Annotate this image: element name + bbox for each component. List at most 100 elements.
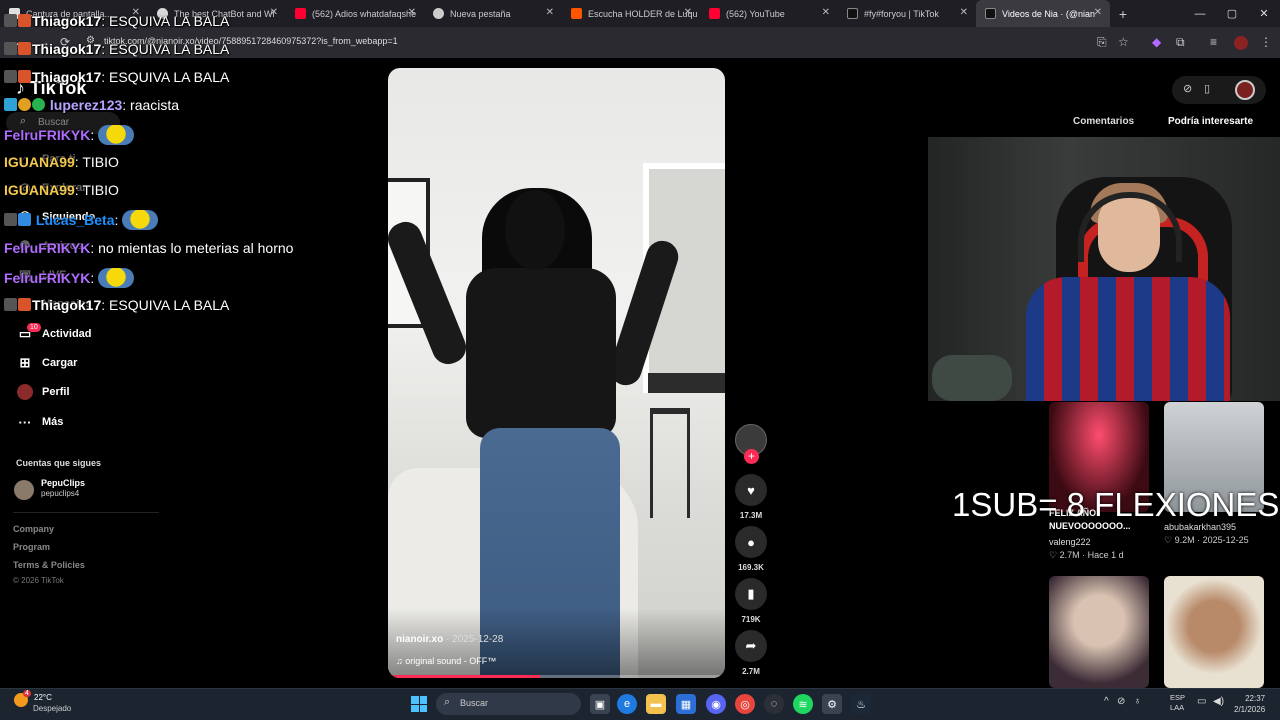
browser-menu-icon[interactable]: ⋮ [1260, 35, 1272, 49]
suggested-video-thumbnail[interactable] [1164, 576, 1264, 688]
chat-text: : [90, 270, 95, 286]
footer-link-terms[interactable]: Terms & Policies [13, 560, 85, 570]
extension-icon[interactable]: ◆ [1152, 35, 1161, 49]
microphone-icon[interactable]: ♁ [1134, 696, 1142, 707]
save-count: 719K [741, 615, 761, 624]
chat-message: Thiagok17: ESQUIVA LA BALA [4, 297, 229, 313]
sidebar-item-cargar[interactable]: ⊞ Cargar [16, 354, 78, 372]
share-action[interactable]: ➦ 2.7M [735, 630, 767, 676]
logo-square [411, 704, 419, 712]
obs-icon[interactable]: ◌ [764, 694, 784, 714]
browser-tab-4[interactable]: Escucha HOLDER de Luqu ✕ [562, 0, 700, 27]
chat-message: FelruFRIKYK: [4, 268, 135, 288]
settings-icon[interactable]: ⚙ [822, 694, 842, 714]
chat-text: : ESQUIVA LA BALA [101, 13, 230, 29]
tab-title: (562) Adios whatdafaqshe [312, 8, 417, 19]
system-tray[interactable]: ^ ⊘ ♁ [1104, 696, 1141, 707]
video-author[interactable]: nianoir.xo · 2025-12-28 [396, 634, 503, 645]
spotify-icon[interactable]: ≋ [793, 694, 813, 714]
steam-icon[interactable]: ♨ [851, 694, 871, 714]
chat-username: Thiagok17 [32, 13, 102, 29]
wifi-icon[interactable]: ▭ [1197, 696, 1206, 707]
volume-icon[interactable]: ◀) [1213, 696, 1224, 707]
close-window-button[interactable]: ✕ [1248, 7, 1280, 20]
video-sound[interactable]: ♫ original sound - OFF™ [396, 656, 496, 666]
close-tab-icon[interactable]: ✕ [1094, 7, 1102, 18]
browser-tab-2[interactable]: (562) Adios whatdafaqshe ✕ [286, 0, 424, 27]
comment-action[interactable]: ● 169.3K [735, 526, 767, 572]
chat-badge-icon [4, 70, 17, 83]
close-tab-icon[interactable]: ✕ [546, 7, 554, 18]
install-app-icon[interactable]: ⎘ [1097, 35, 1107, 50]
language-indicator[interactable]: ESP LAA [1170, 693, 1185, 713]
browser-tab-7[interactable]: Videos de Nia · (@nian ✕ [976, 0, 1110, 27]
following-account-item[interactable]: PepuClips pepuclips4 [14, 478, 85, 500]
store-icon[interactable]: ▦ [676, 694, 696, 714]
profile-avatar-icon[interactable] [1234, 36, 1248, 50]
chrome-icon[interactable]: ◎ [735, 694, 755, 714]
close-tab-icon[interactable]: ✕ [822, 7, 830, 18]
taskbar-clock[interactable]: 22:37 2/1/2026 [1234, 693, 1265, 715]
close-tab-icon[interactable]: ✕ [408, 7, 416, 18]
discord-icon[interactable]: ◉ [706, 694, 726, 714]
like-count: 17.3M [739, 511, 763, 520]
avatar[interactable] [1235, 80, 1255, 100]
tab-podria-interesarte[interactable]: Podría interesarte [1168, 116, 1253, 127]
chat-message: luperez123: raacista [4, 97, 179, 113]
weather-condition[interactable]: Despejado [33, 704, 71, 713]
footer-link-company[interactable]: Company [13, 524, 54, 534]
edge-icon[interactable]: e [617, 694, 637, 714]
tab-search-icon[interactable]: ≡ [1210, 35, 1217, 49]
following-section-title: Cuentas que sigues [16, 458, 102, 468]
chat-text: : raacista [122, 97, 180, 113]
video-progress-bar[interactable] [388, 675, 725, 678]
close-tab-icon[interactable]: ✕ [684, 7, 692, 18]
new-tab-button[interactable]: + [1110, 6, 1136, 22]
bookmark-icon[interactable]: ▮ [735, 578, 767, 610]
footer-link-program[interactable]: Program [13, 542, 50, 552]
maximize-button[interactable]: ▢ [1216, 7, 1248, 20]
browser-tab-5[interactable]: (562) YouTube ✕ [700, 0, 838, 27]
sidebar-item-perfil[interactable]: Perfil [16, 383, 70, 401]
network-icon[interactable]: ⊘ [1117, 696, 1125, 707]
heart-icon[interactable]: ♥ [735, 474, 767, 506]
comment-icon[interactable]: ● [735, 526, 767, 558]
device-icon[interactable]: ▯ [1204, 82, 1210, 95]
taskbar-search-input[interactable]: ⌕ Buscar [436, 693, 581, 715]
close-tab-icon[interactable]: ✕ [960, 7, 968, 18]
video-date: · 2025-12-28 [446, 634, 504, 645]
chat-badge-icon [4, 298, 17, 311]
suggested-video-user[interactable]: valeng222 [1049, 537, 1091, 547]
like-count: ♡ 9.2M [1164, 535, 1195, 545]
clock-time: 22:37 [1245, 694, 1266, 703]
task-view-icon[interactable]: ▣ [590, 694, 610, 714]
minimize-button[interactable]: — [1184, 8, 1216, 20]
streamer-shirt [1026, 277, 1230, 401]
like-count: ♡ 2.7M [1049, 550, 1080, 560]
chat-badge-icon [18, 42, 31, 55]
suggested-video-meta: ♡ 2.7M · Hace 1 d [1049, 550, 1124, 561]
weather-temperature[interactable]: 22°C [34, 693, 52, 702]
chevron-up-icon[interactable]: ^ [1104, 696, 1109, 707]
suggested-video-thumbnail[interactable] [1049, 576, 1149, 688]
file-explorer-icon[interactable]: ▬ [646, 694, 666, 714]
share-icon[interactable]: ➦ [735, 630, 767, 662]
bookmark-star-icon[interactable]: ☆ [1118, 35, 1129, 49]
browser-tab-6[interactable]: #fy#foryou | TikTok ✕ [838, 0, 976, 27]
search-icon: ⌕ [444, 696, 451, 708]
chat-message: Lucas_Beta: [4, 210, 159, 230]
windows-start-icon[interactable] [411, 696, 427, 712]
like-action[interactable]: ♥ 17.3M [735, 474, 767, 520]
compass-icon[interactable]: ⊘ [1183, 82, 1192, 95]
close-tab-icon[interactable]: ✕ [270, 7, 278, 18]
share-count: 2.7M [742, 667, 760, 676]
clock-date: 2/1/2026 [1234, 705, 1266, 714]
save-action[interactable]: ▮ 719K [735, 578, 767, 624]
browser-tab-3[interactable]: Nueva pestaña ✕ [424, 0, 562, 27]
tab-comentarios[interactable]: Comentarios [1073, 116, 1134, 127]
sidebar-item-mas[interactable]: ··· Más [16, 413, 64, 431]
chat-message: Thiagok17: ESQUIVA LA BALA [4, 41, 229, 57]
extensions-puzzle-icon[interactable]: ⧉ [1176, 35, 1185, 50]
follow-button[interactable]: + [744, 449, 759, 464]
video-player[interactable]: nianoir.xo · 2025-12-28 ♫ original sound… [388, 68, 725, 678]
